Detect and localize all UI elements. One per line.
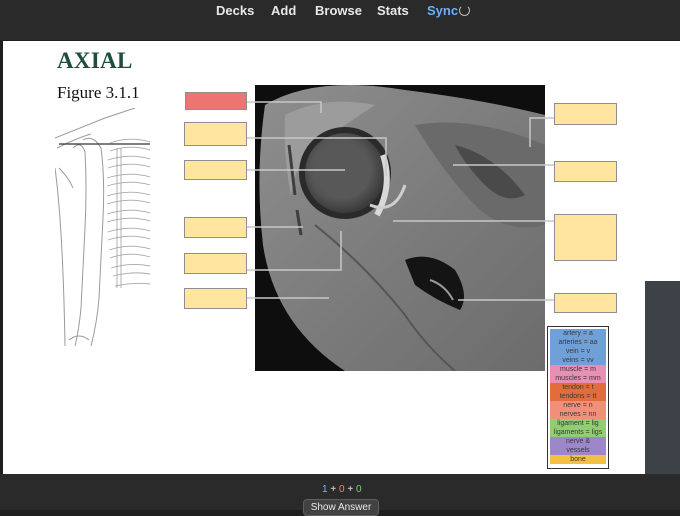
legend-row-nerve: nerve = n	[550, 401, 606, 410]
legend-row-muscle: muscle = m	[550, 365, 606, 374]
learn-count: 0	[338, 484, 345, 495]
label-box-5[interactable]	[184, 253, 247, 274]
count-sep-1: +	[330, 484, 337, 495]
show-answer-button[interactable]: Show Answer	[303, 499, 379, 516]
axial-mri-image	[255, 85, 545, 371]
label-box-9[interactable]	[554, 214, 617, 261]
label-box-2[interactable]	[184, 122, 247, 146]
legend-row-bone: bone	[550, 455, 606, 464]
count-sep-2: +	[347, 484, 354, 495]
label-box-4[interactable]	[184, 217, 247, 238]
side-panel	[645, 281, 680, 474]
card-title: AXIAL	[57, 48, 133, 73]
nav-decks[interactable]: Decks	[216, 3, 254, 18]
legend-row-artery: artery = a	[550, 329, 606, 338]
label-box-10[interactable]	[554, 293, 617, 313]
legend-row-vessels: vessels	[550, 446, 606, 455]
label-box-3[interactable]	[184, 160, 247, 180]
legend-row-tendon: tendon = t	[550, 383, 606, 392]
legend-row-nerve-and: nerve &	[550, 437, 606, 446]
label-box-1[interactable]	[185, 92, 247, 110]
legend-row-muscles: muscles = mm	[550, 374, 606, 383]
nav-add[interactable]: Add	[271, 3, 296, 18]
legend-row-arteries: arteries = aa	[550, 338, 606, 347]
shoulder-skeleton-illustration	[55, 108, 150, 347]
sync-icon	[459, 5, 471, 16]
color-legend: artery = a arteries = aa vein = v veins …	[547, 326, 609, 469]
legend-row-nerves: nerves = nn	[550, 410, 606, 419]
label-box-8[interactable]	[554, 161, 617, 182]
legend-row-ligaments: ligaments = ligs	[550, 428, 606, 437]
nav-browse[interactable]: Browse	[315, 3, 362, 18]
nav-stats[interactable]: Stats	[377, 3, 409, 18]
bottom-bar: 1 + 0 + 0 Show Answer	[0, 474, 680, 516]
nav-sync[interactable]: Sync	[427, 3, 471, 18]
legend-row-ligament: ligament = lig	[550, 419, 606, 428]
legend-row-veins: veins = vv	[550, 356, 606, 365]
card-content: AXIAL Figure 3.1.1 artery = a arteries =…	[3, 41, 680, 474]
new-count: 1	[322, 484, 328, 495]
legend-row-tendons: tendons = tt	[550, 392, 606, 401]
review-count: 0	[355, 484, 362, 495]
figure-caption: Figure 3.1.1	[57, 83, 140, 102]
legend-row-vein: vein = v	[550, 347, 606, 356]
label-box-7[interactable]	[554, 103, 617, 125]
due-counts: 1 + 0 + 0	[322, 484, 362, 495]
top-toolbar: Decks Add Browse Stats Sync	[0, 0, 680, 40]
nav-sync-label: Sync	[427, 3, 459, 18]
label-box-6[interactable]	[184, 288, 247, 309]
